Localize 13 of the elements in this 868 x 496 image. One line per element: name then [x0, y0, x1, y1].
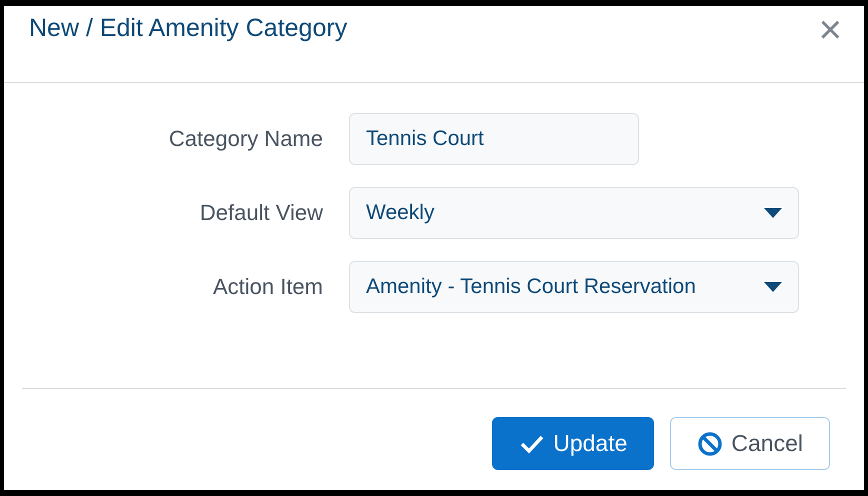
field-label: Action Item: [212, 274, 323, 300]
cancel-button[interactable]: Cancel: [670, 417, 830, 470]
caret-icon: [764, 282, 782, 292]
input-field[interactable]: Tennis Court: [349, 113, 639, 165]
field-label: Category Name: [168, 126, 323, 152]
prohibited-icon: [697, 430, 724, 456]
caret-icon: [764, 208, 782, 218]
dropdown[interactable]: Amenity - Tennis Court Reservation: [349, 261, 799, 313]
dialog-title: New / Edit Amenity Category: [29, 14, 348, 43]
field-label: Default View: [198, 200, 323, 226]
dropdown[interactable]: Weekly: [349, 187, 799, 239]
update-button[interactable]: Update: [492, 417, 654, 470]
close-button[interactable]: ×: [814, 10, 846, 50]
